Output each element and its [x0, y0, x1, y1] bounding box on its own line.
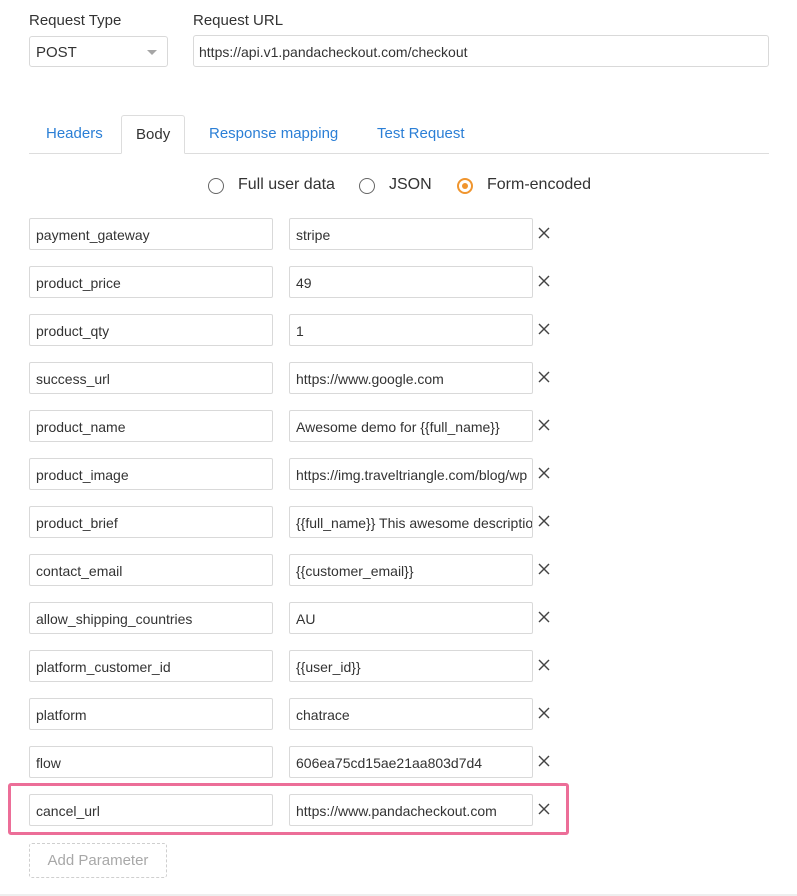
radio-circle-icon	[208, 178, 224, 194]
parameter-key-input[interactable]: platform	[29, 698, 273, 730]
parameter-row: success_url https://www.google.com	[0, 362, 797, 394]
parameter-value-input[interactable]: https://www.pandacheckout.com	[289, 794, 533, 826]
parameter-key-input[interactable]: success_url	[29, 362, 273, 394]
parameter-key-text: product_brief	[36, 515, 118, 531]
parameter-value-text: Awesome demo for {{full_name}}	[296, 419, 500, 435]
parameter-key-input[interactable]: contact_email	[29, 554, 273, 586]
radio-circle-icon	[359, 178, 375, 194]
tab-test-request[interactable]: Test Request	[377, 115, 465, 153]
close-icon[interactable]	[537, 801, 551, 817]
parameter-value-text: 1	[296, 323, 304, 339]
parameter-value-input[interactable]: 606ea75cd15ae21aa803d7d4	[289, 746, 533, 778]
request-type-select[interactable]: POST	[29, 36, 168, 67]
parameter-value-text: 49	[296, 275, 312, 291]
parameter-value-text: AU	[296, 611, 316, 627]
parameter-row: payment_gateway stripe	[0, 218, 797, 250]
parameter-key-input[interactable]: platform_customer_id	[29, 650, 273, 682]
parameter-key-input[interactable]: product_price	[29, 266, 273, 298]
radio-label: JSON	[389, 176, 432, 193]
parameter-value-input[interactable]: {{full_name}} This awesome descriptio	[289, 506, 533, 538]
parameter-key-text: product_image	[36, 467, 129, 483]
parameter-key-text: flow	[36, 755, 61, 771]
parameter-value-text: https://www.google.com	[296, 371, 444, 387]
close-icon[interactable]	[537, 321, 551, 337]
parameter-key-text: product_qty	[36, 323, 110, 339]
radio-label: Form-encoded	[487, 176, 592, 193]
parameter-value-text: {{customer_email}}	[296, 563, 414, 579]
parameter-key-text: allow_shipping_countries	[36, 611, 193, 627]
parameter-key-text: contact_email	[36, 563, 123, 579]
close-icon[interactable]	[537, 417, 551, 433]
request-url-value: https://api.v1.pandacheckout.com/checkou…	[199, 44, 468, 60]
parameter-value-text: {{full_name}} This awesome descriptio	[296, 515, 533, 531]
parameter-value-input[interactable]: chatrace	[289, 698, 533, 730]
parameter-row: contact_email {{customer_email}}	[0, 554, 797, 586]
add-parameter-button[interactable]: Add Parameter	[29, 843, 167, 878]
request-type-value: POST	[36, 44, 77, 61]
parameter-key-text: payment_gateway	[36, 227, 150, 243]
close-icon[interactable]	[537, 225, 551, 241]
close-icon[interactable]	[537, 465, 551, 481]
parameter-value-input[interactable]: Awesome demo for {{full_name}}	[289, 410, 533, 442]
parameter-row: cancel_url https://www.pandacheckout.com	[0, 794, 797, 826]
parameter-value-input[interactable]: https://www.google.com	[289, 362, 533, 394]
parameter-value-text: {{user_id}}	[296, 659, 361, 675]
close-icon[interactable]	[537, 657, 551, 673]
parameter-key-input[interactable]: cancel_url	[29, 794, 273, 826]
chevron-down-icon	[147, 50, 157, 55]
parameter-row: platform_customer_id {{user_id}}	[0, 650, 797, 682]
parameter-value-text: https://img.traveltriangle.com/blog/wp	[296, 467, 528, 483]
close-icon[interactable]	[537, 369, 551, 385]
parameter-key-text: success_url	[36, 371, 110, 387]
parameter-value-text: https://www.pandacheckout.com	[296, 803, 497, 819]
close-icon[interactable]	[537, 561, 551, 577]
close-icon[interactable]	[537, 513, 551, 529]
parameter-value-input[interactable]: AU	[289, 602, 533, 634]
request-url-label: Request URL	[193, 12, 284, 29]
parameter-row: product_price 49	[0, 266, 797, 298]
parameter-key-input[interactable]: product_qty	[29, 314, 273, 346]
close-icon[interactable]	[537, 609, 551, 625]
parameter-key-text: product_name	[36, 419, 126, 435]
parameter-value-input[interactable]: {{user_id}}	[289, 650, 533, 682]
parameter-row: platform chatrace	[0, 698, 797, 730]
parameter-value-input[interactable]: 1	[289, 314, 533, 346]
parameter-key-text: platform	[36, 707, 87, 723]
tab-headers[interactable]: Headers	[46, 115, 103, 153]
radio-selected-icon	[457, 178, 473, 194]
body-format-radio-group: Full user data JSON Form-encoded	[0, 174, 797, 198]
parameter-value-input[interactable]: https://img.traveltriangle.com/blog/wp	[289, 458, 533, 490]
tab-response-mapping[interactable]: Response mapping	[209, 115, 338, 153]
radio-label: Full user data	[238, 176, 335, 193]
request-type-label: Request Type	[29, 12, 122, 29]
parameter-value-input[interactable]: stripe	[289, 218, 533, 250]
parameter-row: product_name Awesome demo for {{full_name…	[0, 410, 797, 442]
close-icon[interactable]	[537, 705, 551, 721]
close-icon[interactable]	[537, 753, 551, 769]
parameter-row: flow 606ea75cd15ae21aa803d7d4	[0, 746, 797, 778]
parameter-key-text: platform_customer_id	[36, 659, 171, 675]
parameter-key-text: cancel_url	[36, 803, 100, 819]
parameter-key-input[interactable]: flow	[29, 746, 273, 778]
request-url-input[interactable]: https://api.v1.pandacheckout.com/checkou…	[193, 35, 769, 67]
parameter-row: allow_shipping_countries AU	[0, 602, 797, 634]
tab-body[interactable]: Body	[121, 115, 186, 154]
parameter-key-text: product_price	[36, 275, 121, 291]
parameter-key-input[interactable]: allow_shipping_countries	[29, 602, 273, 634]
parameter-value-input[interactable]: 49	[289, 266, 533, 298]
parameter-value-text: 606ea75cd15ae21aa803d7d4	[296, 755, 483, 771]
parameter-value-text: stripe	[296, 227, 331, 243]
parameter-key-input[interactable]: payment_gateway	[29, 218, 273, 250]
request-tabs: Headers Body Response mapping Test Reque…	[29, 115, 769, 154]
parameter-row: product_image https://img.traveltriangle.…	[0, 458, 797, 490]
parameter-row: product_qty 1	[0, 314, 797, 346]
parameter-key-input[interactable]: product_brief	[29, 506, 273, 538]
parameter-row: product_brief {{full_name}} This awesome …	[0, 506, 797, 538]
parameter-value-input[interactable]: {{customer_email}}	[289, 554, 533, 586]
parameter-key-input[interactable]: product_name	[29, 410, 273, 442]
parameter-key-input[interactable]: product_image	[29, 458, 273, 490]
close-icon[interactable]	[537, 273, 551, 289]
parameter-value-text: chatrace	[296, 707, 350, 723]
